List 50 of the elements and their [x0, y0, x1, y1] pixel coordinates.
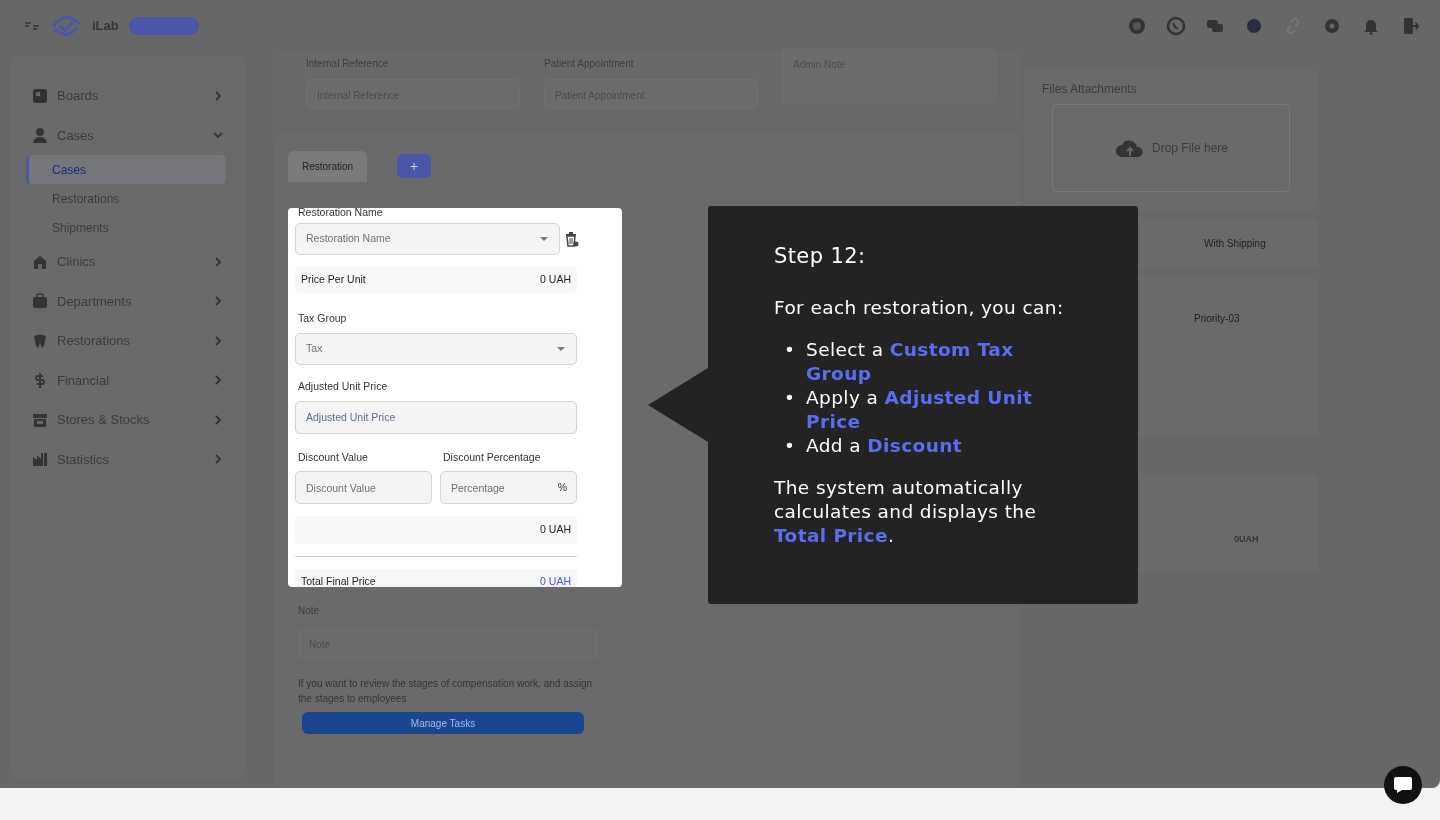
bullet-marker: • — [784, 386, 797, 410]
field-label: Adjusted Unit Price — [297, 378, 389, 394]
manage-tasks-button[interactable]: Manage Tasks — [302, 712, 584, 734]
price-value: 0 UAH — [540, 272, 571, 288]
logo-icon — [50, 14, 82, 38]
board-icon — [32, 87, 48, 104]
unit-suffix: % — [557, 480, 567, 496]
dollar-icon — [32, 372, 48, 389]
caret-icon — [556, 345, 566, 352]
settings-icon[interactable] — [1322, 16, 1342, 36]
dropdown-field[interactable]: Tax — [295, 332, 577, 365]
sidebar-subitem[interactable]: Cases — [26, 155, 226, 184]
field-label: Restoration Name — [297, 208, 384, 217]
chart-icon — [32, 451, 48, 468]
status-badge — [128, 17, 199, 35]
input-field[interactable]: Adjusted Unit Price — [295, 400, 577, 434]
add-tab-button[interactable]: + — [397, 154, 432, 178]
tooltip-bullet: Add a Discount — [806, 434, 963, 458]
tooth-icon — [32, 332, 48, 349]
dropdown-placeholder: Tax — [306, 340, 323, 356]
bullet-marker: • — [784, 434, 797, 458]
shipping-select[interactable]: With Shipping — [1204, 235, 1266, 251]
price-value: 0 UAH — [540, 522, 571, 538]
trash-icon[interactable] — [564, 230, 579, 248]
row-label: Price Per Unit — [301, 272, 366, 288]
field-label: Discount Value — [297, 449, 369, 465]
phone-chat-icon[interactable] — [1166, 16, 1186, 36]
field-label: Discount Percentage — [442, 449, 542, 465]
row-label: Total Final Price — [301, 574, 376, 587]
price-value: 0 UAH — [540, 574, 571, 587]
menu-toggle-icon[interactable] — [24, 21, 40, 31]
building-icon — [32, 253, 48, 270]
tooltip-bullet: Select a Custom Tax Group — [806, 338, 1015, 386]
briefcase-icon — [32, 293, 48, 310]
tooltip-title: Step 12: — [774, 244, 867, 268]
caret-icon — [539, 236, 549, 242]
dropdown-field[interactable]: Restoration Name — [295, 223, 560, 255]
person-icon — [32, 127, 48, 144]
store-icon — [32, 411, 48, 428]
input-field[interactable]: Discount Value — [295, 471, 432, 505]
tab[interactable]: Restoration — [288, 150, 368, 182]
chat-icon — [1393, 776, 1413, 794]
tooltip-text: For each restoration, you can: — [774, 296, 1065, 320]
dropdown-placeholder: Restoration Name — [306, 231, 391, 247]
bullet-marker: • — [784, 338, 797, 362]
tooltip-text: The system automatically calculates and displays the Total Price. — [774, 476, 1038, 548]
chat-button[interactable] — [1384, 766, 1422, 804]
tooltip-bullet: Apply a Adjusted Unit Price — [806, 386, 1034, 434]
priority-label: Priority-03 — [1194, 313, 1240, 324]
field-label: Tax Group — [297, 311, 348, 326]
